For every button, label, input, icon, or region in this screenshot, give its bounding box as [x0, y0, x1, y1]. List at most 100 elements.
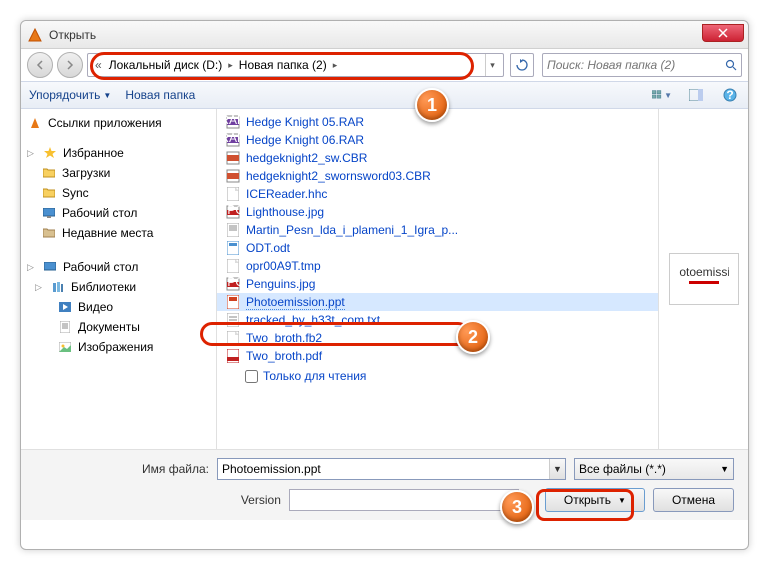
annotation-badge-2: 2: [456, 320, 490, 354]
file-row[interactable]: ODT.odt: [217, 239, 658, 257]
window-title: Открыть: [49, 28, 96, 42]
file-row[interactable]: opr00A9T.tmp: [217, 257, 658, 275]
sidebar-item-sync[interactable]: Sync: [21, 183, 216, 203]
search-input[interactable]: [547, 58, 721, 72]
doc-icon: [225, 222, 241, 238]
annotation-badge-1: 1: [415, 88, 449, 122]
breadcrumb-part-0[interactable]: Локальный диск (D:): [107, 58, 225, 72]
ppt-icon: [225, 294, 241, 310]
file-row[interactable]: hedgeknight2_sw.CBR: [217, 149, 658, 167]
version-field[interactable]: [289, 489, 519, 511]
file-name: hedgeknight2_sw.CBR: [246, 151, 367, 165]
file-name: Hedge Knight 06.RAR: [246, 133, 364, 147]
sidebar-item-downloads[interactable]: Загрузки: [21, 163, 216, 183]
libraries-icon: [50, 279, 66, 295]
file-row[interactable]: JPG Lighthouse.jpg: [217, 203, 658, 221]
nav-toolbar: « Локальный диск (D:) ▸ Новая папка (2) …: [21, 49, 748, 81]
file-name: hedgeknight2_swornsword03.CBR: [246, 169, 431, 183]
file-row[interactable]: JPG Penguins.jpg: [217, 275, 658, 293]
breadcrumb[interactable]: « Локальный диск (D:) ▸ Новая папка (2) …: [87, 53, 504, 77]
star-icon: [42, 145, 58, 161]
file-name: Penguins.jpg: [246, 277, 315, 291]
dropdown-icon[interactable]: ▼: [549, 459, 565, 479]
version-label: Version: [241, 493, 281, 507]
svg-text:Photoemission: Photoemission: [679, 265, 729, 279]
sidebar-item-pictures[interactable]: Изображения: [21, 337, 216, 357]
filename-label: Имя файла:: [35, 462, 209, 476]
svg-text:RAR: RAR: [226, 115, 240, 127]
breadcrumb-dropdown[interactable]: ▾: [485, 54, 499, 76]
nav-forward-button[interactable]: [57, 52, 83, 78]
annotation-badge-3: 3: [500, 490, 534, 524]
cancel-button[interactable]: Отмена: [653, 488, 734, 512]
file-row[interactable]: Photoemission.ppt: [217, 293, 658, 311]
filetype-combo[interactable]: Все файлы (*.*) ▼: [574, 458, 734, 480]
sidebar-item-documents[interactable]: Документы: [21, 317, 216, 337]
dialog-body: Ссылки приложения ▷ Избранное Загрузки S…: [21, 109, 748, 449]
new-folder-button[interactable]: Новая папка: [125, 88, 195, 102]
open-button[interactable]: Открыть▼: [545, 488, 645, 512]
file-name: Photoemission.ppt: [246, 295, 345, 310]
file-name: Martin_Pesn_lda_i_plameni_1_Igra_p...: [246, 223, 458, 237]
sidebar-item-videos[interactable]: Видео: [21, 297, 216, 317]
svg-text:?: ?: [726, 88, 733, 102]
jpg-icon: JPG: [225, 204, 241, 220]
close-button[interactable]: [702, 24, 744, 42]
breadcrumb-root-icon: «: [92, 58, 105, 72]
file-row[interactable]: ICEReader.hhc: [217, 185, 658, 203]
readonly-checkbox[interactable]: [245, 370, 258, 383]
desktop-icon: [41, 205, 57, 221]
jpg-icon: JPG: [225, 276, 241, 292]
breadcrumb-part-1[interactable]: Новая папка (2): [237, 58, 329, 72]
expand-icon: ▷: [35, 282, 45, 293]
file-name: ICEReader.hhc: [246, 187, 327, 201]
file-row[interactable]: RAR Hedge Knight 06.RAR: [217, 131, 658, 149]
file-row[interactable]: hedgeknight2_swornsword03.CBR: [217, 167, 658, 185]
chevron-right-icon: ▸: [331, 60, 340, 71]
pictures-icon: [57, 339, 73, 355]
cbr-icon: [225, 150, 241, 166]
refresh-button[interactable]: [510, 53, 534, 77]
file-name: opr00A9T.tmp: [246, 259, 321, 273]
sidebar-app-links[interactable]: Ссылки приложения: [21, 113, 216, 133]
expand-icon: ▷: [27, 148, 37, 159]
sidebar-desktop-root[interactable]: ▷ Рабочий стол: [21, 257, 216, 277]
sidebar-item-desktop[interactable]: Рабочий стол: [21, 203, 216, 223]
filename-input[interactable]: [218, 462, 549, 476]
file-row[interactable]: Martin_Pesn_lda_i_plameni_1_Igra_p...: [217, 221, 658, 239]
sidebar-item-recent[interactable]: Недавние места: [21, 223, 216, 243]
file-list[interactable]: RAR Hedge Knight 05.RAR RAR Hedge Knight 06…: [217, 109, 658, 449]
file-name: Lighthouse.jpg: [246, 205, 324, 219]
rar-icon: RAR: [225, 114, 241, 130]
filename-combo[interactable]: ▼: [217, 458, 566, 480]
svg-text:JPG: JPG: [226, 277, 240, 289]
search-icon: [725, 59, 737, 71]
rar-icon: RAR: [225, 132, 241, 148]
file-row[interactable]: Two_broth.pdf: [217, 347, 658, 365]
file-name: Two_broth.pdf: [246, 349, 322, 363]
readonly-label: Только для чтения: [263, 369, 366, 383]
file-row[interactable]: tracked_by_h33t_com.txt: [217, 311, 658, 329]
help-button[interactable]: ?: [720, 85, 740, 105]
open-dialog: Открыть « Локальный диск (D:) ▸ Новая па…: [20, 20, 749, 550]
organize-button[interactable]: Упорядочить ▼: [29, 88, 111, 102]
file-name: Two_broth.fb2: [246, 331, 322, 345]
file-name: tracked_by_h33t_com.txt: [246, 313, 380, 327]
video-icon: [57, 299, 73, 315]
nav-back-button[interactable]: [27, 52, 53, 78]
file-row[interactable]: Two_broth.fb2: [217, 329, 658, 347]
chevron-right-icon: ▸: [226, 60, 235, 71]
sidebar-favorites[interactable]: ▷ Избранное: [21, 143, 216, 163]
odt-icon: [225, 240, 241, 256]
view-options-button[interactable]: ▼: [652, 85, 672, 105]
preview-pane-button[interactable]: [686, 85, 706, 105]
sidebar-libraries[interactable]: ▷ Библиотеки: [21, 277, 216, 297]
command-toolbar: Упорядочить ▼ Новая папка ▼ ?: [21, 81, 748, 109]
preview-thumbnail: Photoemission: [669, 253, 739, 305]
file-name: ODT.odt: [246, 241, 290, 255]
filetype-value: Все файлы (*.*): [579, 462, 666, 476]
generic-icon: [225, 330, 241, 346]
svg-text:JPG: JPG: [226, 205, 240, 217]
file-name: Hedge Knight 05.RAR: [246, 115, 364, 129]
search-box[interactable]: [542, 53, 742, 77]
